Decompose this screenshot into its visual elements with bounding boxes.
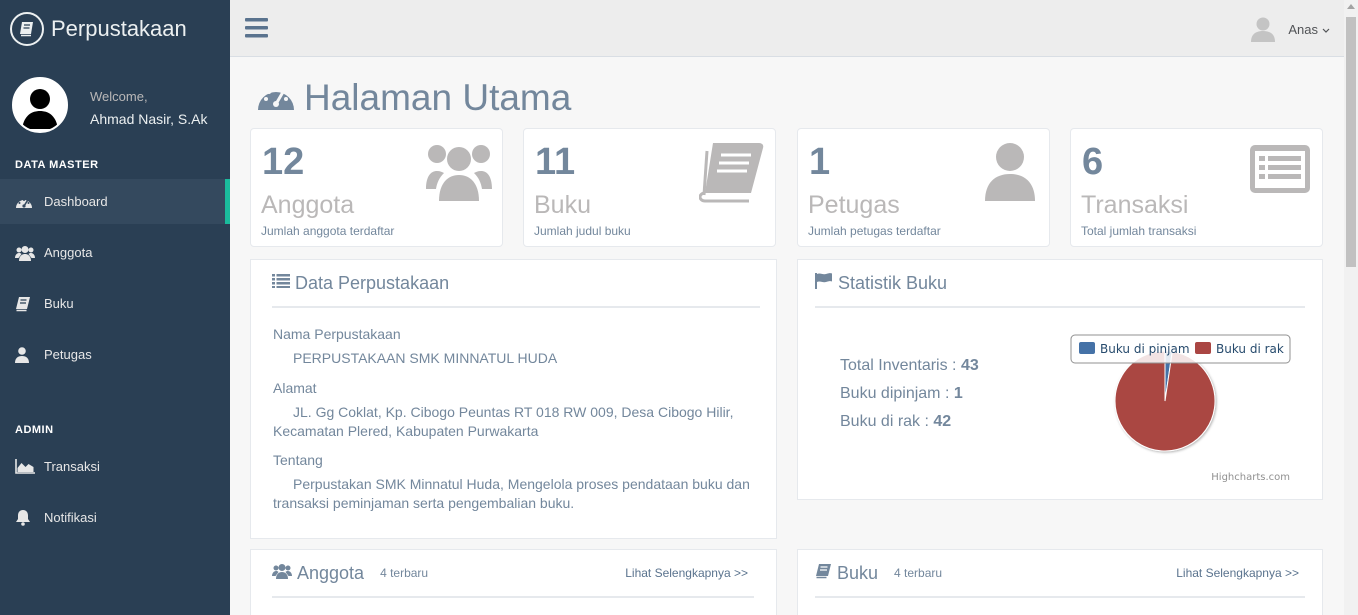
- nav-item-dashboard[interactable]: Dashboard: [0, 179, 230, 224]
- list-alt-icon: [1246, 139, 1312, 203]
- tile-label: Petugas: [808, 191, 900, 219]
- scroll-up-arrow[interactable]: [1347, 4, 1355, 9]
- book-icon: [15, 295, 37, 313]
- dashboard-icon: [258, 82, 294, 115]
- bell-icon: [15, 509, 37, 527]
- nav-label: Petugas: [44, 347, 92, 362]
- tile-label: Buku: [534, 191, 591, 219]
- nav-item-buku[interactable]: Buku: [0, 281, 230, 326]
- brand[interactable]: Perpustakaan: [0, 0, 230, 57]
- user-avatar-icon: [1250, 16, 1276, 42]
- users-icon: [272, 563, 292, 584]
- panel-title: Buku: [837, 562, 879, 583]
- panel-title: Data Perpustakaan: [295, 272, 450, 293]
- nav-label: Notifikasi: [44, 510, 97, 525]
- legend-swatch: [1195, 342, 1211, 354]
- tile-count: 11: [535, 141, 576, 183]
- dashboard-icon: [15, 193, 37, 211]
- user-menu[interactable]: Anas: [1250, 16, 1330, 42]
- about-label: Tentang: [273, 452, 323, 468]
- pie-chart: Buku di pinjam Buku di rak Highcharts.com: [1070, 334, 1291, 483]
- pie-slice-on-shelf[interactable]: [1114, 350, 1216, 452]
- nav-item-petugas[interactable]: Petugas: [0, 332, 230, 377]
- nav-item-notifikasi[interactable]: Notifikasi: [0, 495, 230, 540]
- address-label: Alamat: [273, 380, 317, 396]
- address-line-1: JL. Gg Coklat, Kp. Cibogo Peuntas RT 018…: [293, 404, 734, 420]
- page-title: Halaman Utama: [258, 77, 571, 119]
- about-line-1: Perpustakan SMK Minnatul Huda, Mengelola…: [293, 476, 750, 492]
- page-scrollbar[interactable]: [1344, 0, 1358, 615]
- area-chart-icon: [15, 458, 37, 476]
- legend-swatch: [1079, 342, 1095, 354]
- tile-label: Anggota: [261, 191, 355, 219]
- sidebar: Perpustakaan Welcome, Ahmad Nasir, S.Ak …: [0, 0, 230, 615]
- nav-label: Transaksi: [44, 459, 100, 474]
- panel-header: Anggota 4 terbaru Lihat Selengkapnya >>: [272, 550, 754, 598]
- see-more-members-link[interactable]: Lihat Selengkapnya >>: [625, 566, 748, 580]
- panel-header: Buku 4 terbaru Lihat Selengkapnya >>: [815, 550, 1305, 598]
- flag-icon: [815, 272, 833, 294]
- book-icon: [698, 139, 765, 203]
- panel-subtitle: 4 terbaru: [380, 566, 429, 580]
- chart-credit[interactable]: Highcharts.com: [1211, 472, 1290, 483]
- panel-header: Statistik Buku: [815, 260, 1305, 308]
- panel-title: Statistik Buku: [838, 272, 948, 293]
- borrowed-count: Buku dipinjam : 1: [840, 385, 963, 402]
- library-name-value: PERPUSTAKAAN SMK MINNATUL HUDA: [293, 350, 558, 366]
- about-line-2: transaksi peminjaman serta pengembalian …: [273, 495, 575, 511]
- tile-petugas[interactable]: 1 Petugas Jumlah petugas terdaftar: [797, 128, 1050, 247]
- section-title-data-master: DATA MASTER: [15, 159, 99, 171]
- users-icon: [15, 244, 37, 262]
- tile-desc: Total jumlah transaksi: [1081, 224, 1197, 238]
- user-icon: [15, 346, 37, 364]
- tile-desc: Jumlah judul buku: [534, 224, 631, 238]
- panel-title: Anggota: [297, 562, 365, 583]
- user-icon: [973, 139, 1039, 203]
- panel-header: Data Perpustakaan: [272, 260, 760, 308]
- book-icon: [10, 11, 44, 46]
- legend-item[interactable]: Buku di pinjam: [1100, 342, 1190, 356]
- tile-desc: Jumlah petugas terdaftar: [808, 224, 941, 238]
- section-title-admin: ADMIN: [15, 424, 54, 436]
- legend-item[interactable]: Buku di rak: [1216, 342, 1284, 356]
- tile-desc: Jumlah anggota terdaftar: [261, 224, 395, 238]
- chevron-down-icon: [1322, 22, 1330, 37]
- tile-anggota[interactable]: 12 Anggota Jumlah anggota terdaftar: [250, 128, 503, 247]
- profile: Welcome, Ahmad Nasir, S.Ak: [0, 57, 230, 152]
- nav-item-anggota[interactable]: Anggota: [0, 230, 230, 275]
- page-heading: Halaman Utama: [304, 77, 572, 118]
- total-inventory: Total Inventaris : 43: [840, 357, 979, 374]
- latest-members-panel: Anggota 4 terbaru Lihat Selengkapnya >>: [250, 549, 777, 615]
- scroll-thumb[interactable]: [1346, 17, 1356, 267]
- tile-count: 6: [1082, 141, 1104, 183]
- panel-subtitle: 4 terbaru: [894, 566, 943, 580]
- list-icon: [272, 273, 290, 293]
- tile-count: 12: [262, 141, 305, 183]
- tile-label: Transaksi: [1081, 191, 1189, 219]
- shelf-count: Buku di rak : 42: [840, 413, 952, 430]
- tile-count: 1: [809, 141, 831, 183]
- nav-label: Dashboard: [44, 194, 108, 209]
- menu-toggle-icon[interactable]: [245, 17, 269, 39]
- tile-transaksi[interactable]: 6 Transaksi Total jumlah transaksi: [1070, 128, 1323, 247]
- nav-label: Anggota: [44, 245, 93, 260]
- book-icon: [815, 563, 832, 584]
- address-line-2: Kecamatan Plered, Kabupaten Purwakarta: [273, 423, 539, 439]
- book-stats-panel: Statistik Buku Total Inventaris : 43 Buk…: [797, 259, 1323, 500]
- brand-title: Perpustakaan: [51, 15, 187, 41]
- users-icon: [426, 139, 492, 203]
- username: Ahmad Nasir, S.Ak: [90, 111, 208, 127]
- library-info-panel: Data Perpustakaan Nama Perpustakaan PERP…: [250, 259, 777, 539]
- user-name: Anas: [1288, 21, 1318, 37]
- welcome-text: Welcome,: [90, 89, 148, 104]
- top-navbar: Anas: [230, 0, 1344, 57]
- nav-label: Buku: [44, 296, 74, 311]
- see-more-books-link[interactable]: Lihat Selengkapnya >>: [1176, 566, 1299, 580]
- nav-item-transaksi[interactable]: Transaksi: [0, 444, 230, 489]
- latest-books-panel: Buku 4 terbaru Lihat Selengkapnya >>: [797, 549, 1323, 615]
- tile-buku[interactable]: 11 Buku Jumlah judul buku: [523, 128, 776, 247]
- library-name-label: Nama Perpustakaan: [273, 326, 401, 342]
- avatar: [12, 77, 68, 133]
